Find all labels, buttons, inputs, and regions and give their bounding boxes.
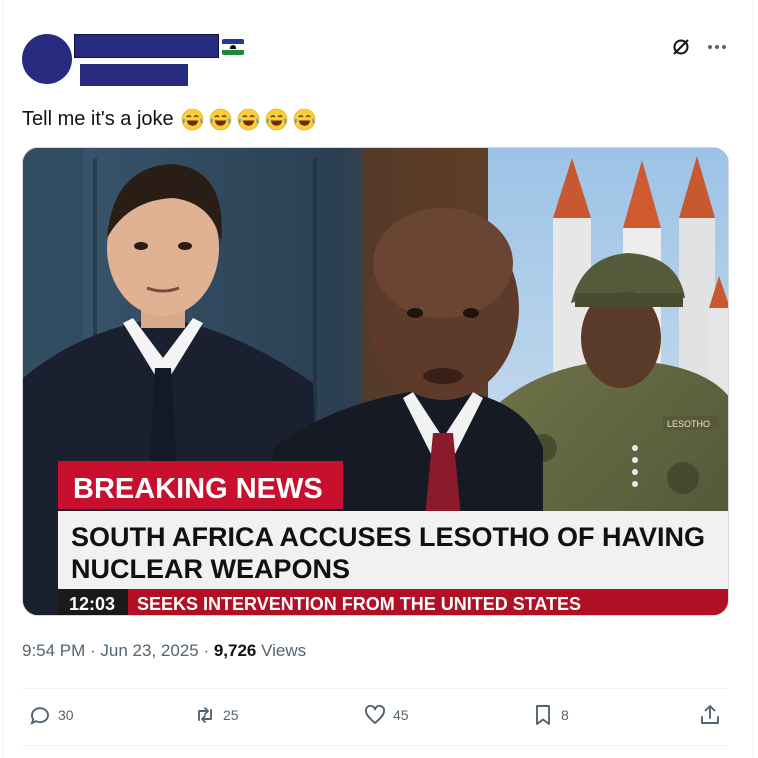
post-text: Tell me it's a joke [22, 107, 317, 132]
headline-line-2: NUCLEAR WEAPONS [71, 554, 350, 584]
bookmark-count: 8 [561, 707, 569, 723]
post-date[interactable]: Jun 23, 2025 [100, 641, 198, 660]
grok-icon[interactable] [670, 36, 692, 58]
divider [22, 688, 728, 689]
right-border [752, 0, 753, 758]
share-button[interactable] [698, 703, 722, 727]
headline-line-1: SOUTH AFRICA ACCUSES LESOTHO OF HAVING [71, 522, 705, 552]
tears-of-joy-emoji-icon [181, 108, 203, 131]
reply-button[interactable]: 30 [28, 703, 74, 727]
post-image[interactable]: LESOTHO BREAKING NEWS SOUTH AFRICA ACCUS… [22, 147, 729, 616]
like-button[interactable]: 45 [363, 703, 409, 727]
post-card: Tell me it's a joke LESOTHO BREAKING NEW… [0, 0, 758, 758]
share-icon [701, 705, 719, 724]
reply-icon [30, 707, 49, 725]
display-name-redacted[interactable] [74, 34, 219, 58]
post-text-content: Tell me it's a joke [22, 108, 174, 130]
tears-of-joy-emoji-icon [293, 108, 315, 131]
repost-count: 25 [223, 707, 239, 723]
heart-icon [365, 704, 385, 724]
emoji-group [180, 107, 317, 132]
more-options-icon[interactable] [706, 36, 728, 58]
handle-redacted[interactable] [80, 64, 188, 86]
separator: · [85, 641, 101, 660]
post-top-actions [670, 36, 728, 58]
divider [22, 745, 728, 746]
post-time[interactable]: 9:54 PM [22, 641, 85, 660]
ticker-text: SEEKS INTERVENTION FROM THE UNITED STATE… [137, 594, 581, 614]
views-count: 9,726 [213, 641, 257, 660]
repost-button[interactable]: 25 [193, 703, 239, 727]
like-count: 45 [393, 707, 409, 723]
reply-count: 30 [58, 707, 74, 723]
action-bar: 30 25 45 8 [28, 703, 728, 731]
repost-icon [198, 707, 212, 723]
breaking-news-text: BREAKING NEWS [73, 473, 323, 505]
post-metadata: 9:54 PM · Jun 23, 2025 · 9,726 Views [22, 641, 306, 661]
tears-of-joy-emoji-icon [265, 108, 287, 131]
bookmark-icon [536, 705, 550, 725]
bookmark-button[interactable]: 8 [531, 703, 569, 727]
avatar[interactable] [22, 34, 72, 84]
left-border [2, 0, 3, 758]
separator: · [198, 641, 214, 660]
tears-of-joy-emoji-icon [237, 108, 259, 131]
lesotho-flag-icon [222, 39, 244, 55]
views-label: Views [256, 641, 307, 660]
clock-text: 12:03 [69, 594, 115, 614]
uniform-patch-text: LESOTHO [667, 419, 710, 429]
tears-of-joy-emoji-icon [209, 108, 231, 131]
